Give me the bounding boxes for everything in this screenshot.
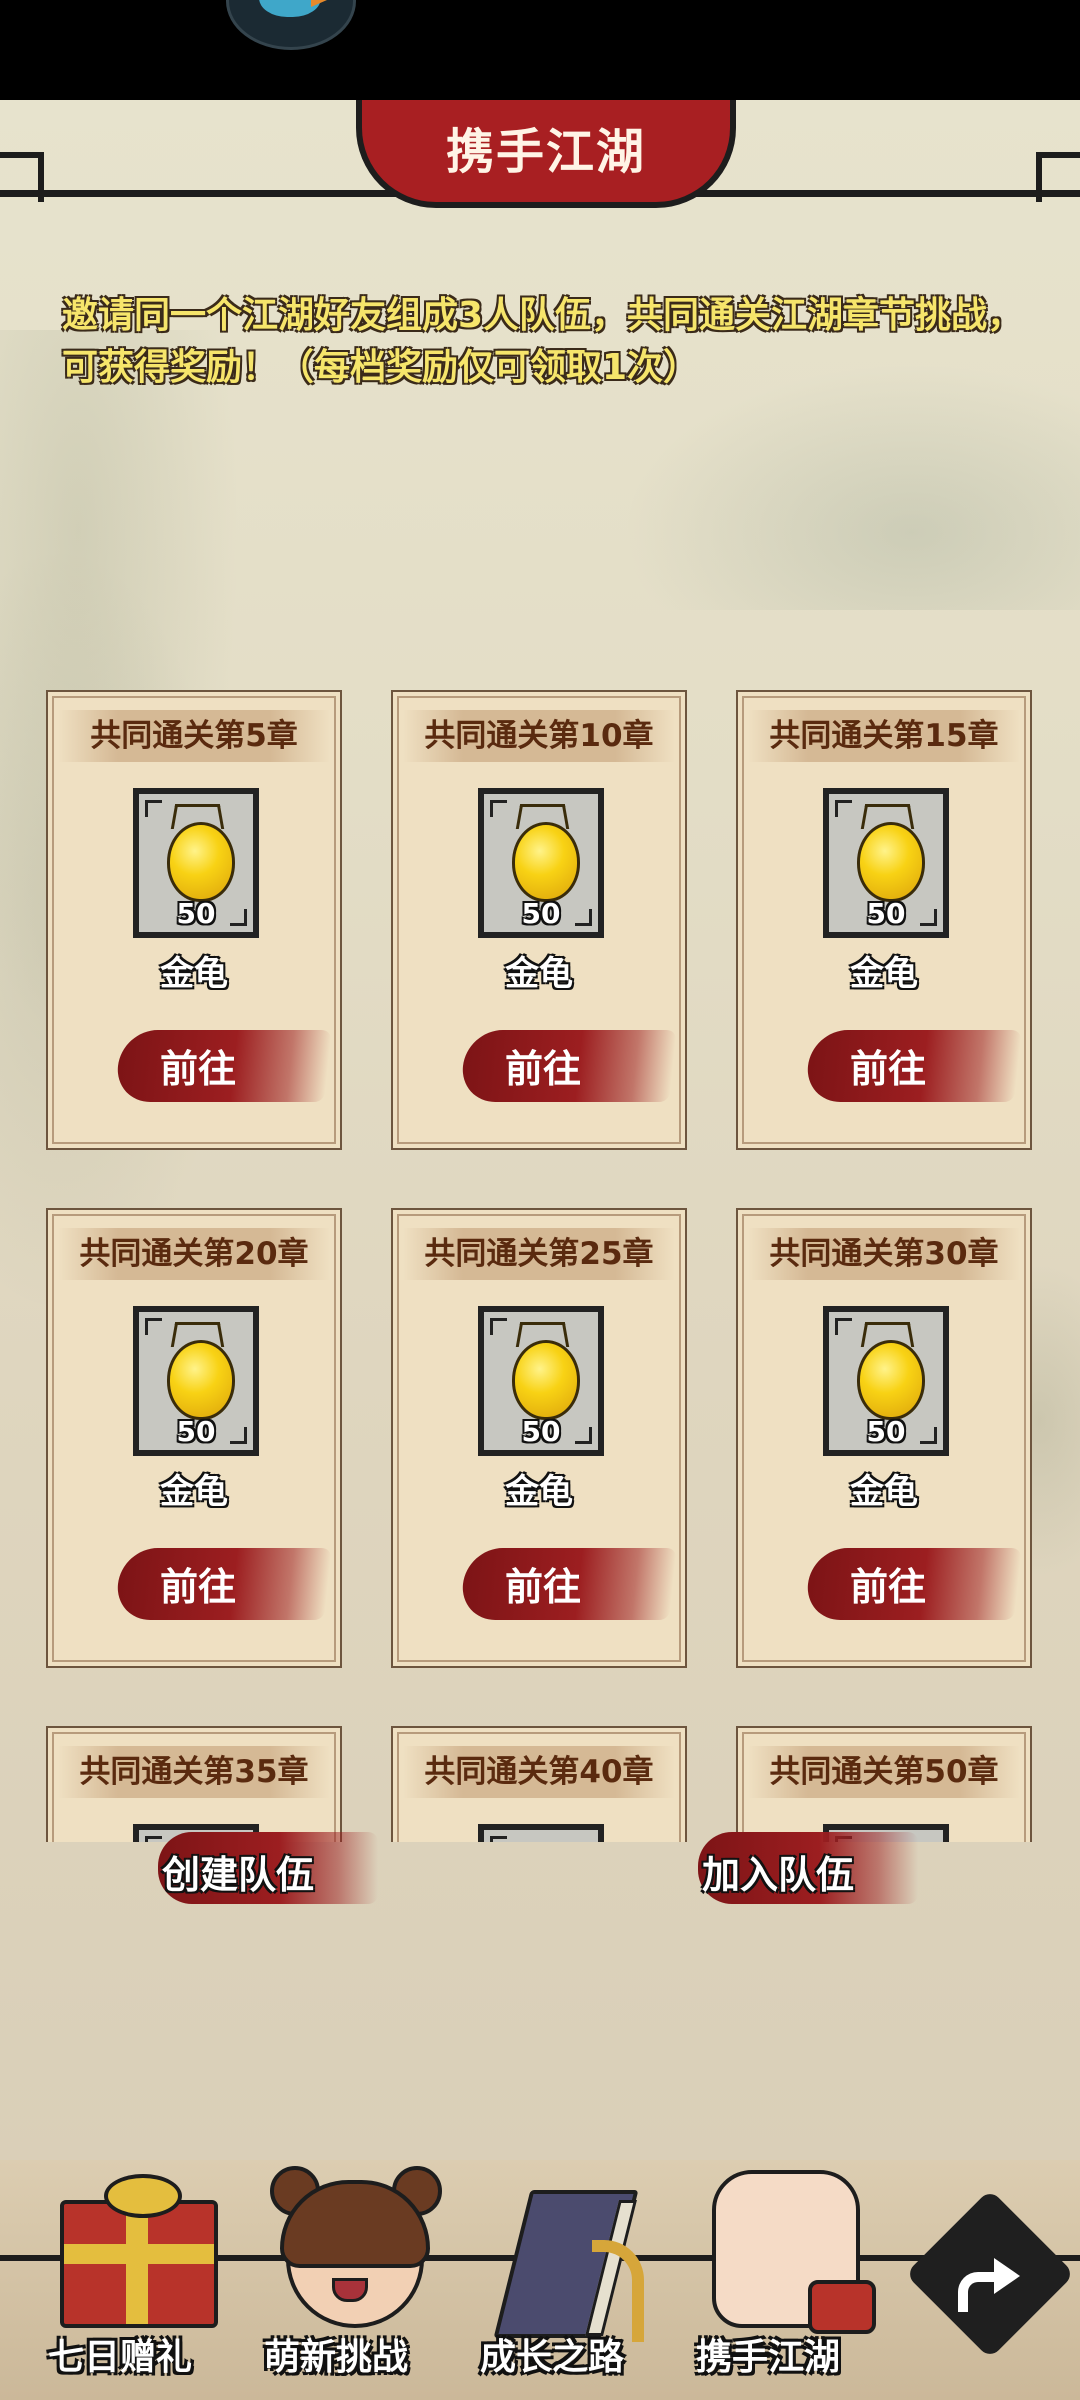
reward-title: 共同通关第10章 <box>403 710 675 762</box>
gold-turtle-icon <box>512 822 580 902</box>
reward-item-slot[interactable]: 50 <box>133 1306 259 1456</box>
create-team-label: 创建队伍 <box>161 1853 314 1897</box>
gold-turtle-icon <box>167 822 235 902</box>
nav-label: 成长之路 <box>479 2337 624 2378</box>
frame-corner-right <box>1036 152 1080 202</box>
nav-item-seven-day-gift[interactable]: 七日赠礼 <box>20 2160 220 2400</box>
reward-title: 共同通关第35章 <box>58 1746 330 1798</box>
girl-avatar-icon <box>266 2160 442 2330</box>
frame-line-right <box>680 190 1080 197</box>
reward-card: 共同通关第35章 <box>46 1726 342 1842</box>
go-button-label: 前往 <box>850 1047 927 1091</box>
handshake-icon <box>698 2160 876 2334</box>
nav-item-growth-road[interactable]: 成长之路 <box>452 2160 652 2400</box>
go-button[interactable]: 前往 <box>459 1548 677 1620</box>
reward-quantity: 50 <box>176 1415 216 1448</box>
go-button-label: 前往 <box>505 1047 582 1091</box>
page-title: 携手江湖 <box>445 124 646 180</box>
reward-item-name: 金龟 <box>850 954 918 994</box>
nav-item-jianghu-together[interactable]: 携手江湖 <box>668 2160 876 2400</box>
reward-card: 共同通关第15章 50 金龟 前往 <box>736 690 1032 1150</box>
go-button-label: 前往 <box>160 1047 237 1091</box>
join-team-button[interactable]: 加入队伍 <box>698 1832 918 1904</box>
share-arrow-icon <box>958 2246 1022 2312</box>
reward-card: 共同通关第25章 50 金龟 前往 <box>391 1208 687 1668</box>
intro-line-2: 可获得奖励！（每档奖励仅可领取1次） <box>62 347 700 388</box>
frame-line-left <box>0 190 400 197</box>
reward-title: 共同通关第25章 <box>403 1228 675 1280</box>
nav-label: 携手江湖 <box>695 2337 840 2378</box>
gold-turtle-icon <box>512 1340 580 1420</box>
reward-item-slot[interactable]: 50 <box>478 1306 604 1456</box>
reward-title: 共同通关第15章 <box>748 710 1020 762</box>
intro-text: 邀请同一个江湖好友组成3人队伍，共同通关江湖章节挑战， 可获得奖励！（每档奖励仅… <box>62 290 1024 394</box>
reward-card: 共同通关第50章 <box>736 1726 1032 1842</box>
gift-box-icon <box>50 2160 218 2330</box>
intro-line-1: 邀请同一个江湖好友组成3人队伍，共同通关江湖章节挑战， <box>62 295 1024 336</box>
gold-turtle-icon <box>857 1340 925 1420</box>
reward-title: 共同通关第5章 <box>58 710 330 762</box>
go-button[interactable]: 前往 <box>804 1548 1022 1620</box>
reward-item-slot[interactable]: 50 <box>133 788 259 938</box>
reward-quantity: 50 <box>521 1415 561 1448</box>
reward-item-slot[interactable]: 50 <box>823 788 949 938</box>
reward-quantity: 50 <box>866 1415 906 1448</box>
reward-title: 共同通关第40章 <box>403 1746 675 1798</box>
reward-item-name: 金龟 <box>505 954 573 994</box>
reward-item-slot[interactable]: 50 <box>478 788 604 938</box>
reward-quantity: 50 <box>866 897 906 930</box>
reward-quantity: 50 <box>521 897 561 930</box>
bird-avatar-icon[interactable] <box>226 0 356 50</box>
gold-turtle-icon <box>167 1340 235 1420</box>
reward-card: 共同通关第20章 50 金龟 前往 <box>46 1208 342 1668</box>
book-arrow-icon <box>482 2160 644 2342</box>
gold-turtle-icon <box>857 822 925 902</box>
reward-item-name: 金龟 <box>160 954 228 994</box>
frame-corner-left <box>0 152 44 202</box>
go-button[interactable]: 前往 <box>114 1548 332 1620</box>
go-button[interactable]: 前往 <box>804 1030 1022 1102</box>
main-panel: 携手江湖 邀请同一个江湖好友组成3人队伍，共同通关江湖章节挑战， 可获得奖励！（… <box>0 100 1080 2400</box>
create-team-button[interactable]: 创建队伍 <box>158 1832 378 1904</box>
reward-item-name: 金龟 <box>850 1472 918 1512</box>
join-team-label: 加入队伍 <box>701 1853 854 1897</box>
reward-title: 共同通关第50章 <box>748 1746 1020 1798</box>
reward-quantity: 50 <box>176 897 216 930</box>
reward-card: 共同通关第40章 <box>391 1726 687 1842</box>
go-button[interactable]: 前往 <box>114 1030 332 1102</box>
go-button[interactable]: 前往 <box>459 1030 677 1102</box>
go-button-label: 前往 <box>160 1565 237 1609</box>
top-bar <box>0 0 1080 100</box>
nav-item-newbie-challenge[interactable]: 萌新挑战 <box>236 2160 442 2400</box>
title-tab: 携手江湖 <box>356 100 736 208</box>
reward-item-slot[interactable] <box>478 1824 604 1842</box>
reward-item-name: 金龟 <box>505 1472 573 1512</box>
reward-card: 共同通关第10章 50 金龟 前往 <box>391 690 687 1150</box>
nav-label: 七日赠礼 <box>47 2337 192 2378</box>
go-button-label: 前往 <box>850 1565 927 1609</box>
reward-title: 共同通关第30章 <box>748 1228 1020 1280</box>
reward-item-slot[interactable]: 50 <box>823 1306 949 1456</box>
reward-item-name: 金龟 <box>160 1472 228 1512</box>
reward-card: 共同通关第30章 50 金龟 前往 <box>736 1208 1032 1668</box>
nav-label: 萌新挑战 <box>263 2337 408 2378</box>
reward-card: 共同通关第5章 50 金龟 前往 <box>46 690 342 1150</box>
reward-title: 共同通关第20章 <box>58 1228 330 1280</box>
reward-grid: 共同通关第5章 50 金龟 前往 共同通关第10章 50 金龟 前往 共同通关第… <box>0 580 1080 1842</box>
go-button-label: 前往 <box>505 1565 582 1609</box>
